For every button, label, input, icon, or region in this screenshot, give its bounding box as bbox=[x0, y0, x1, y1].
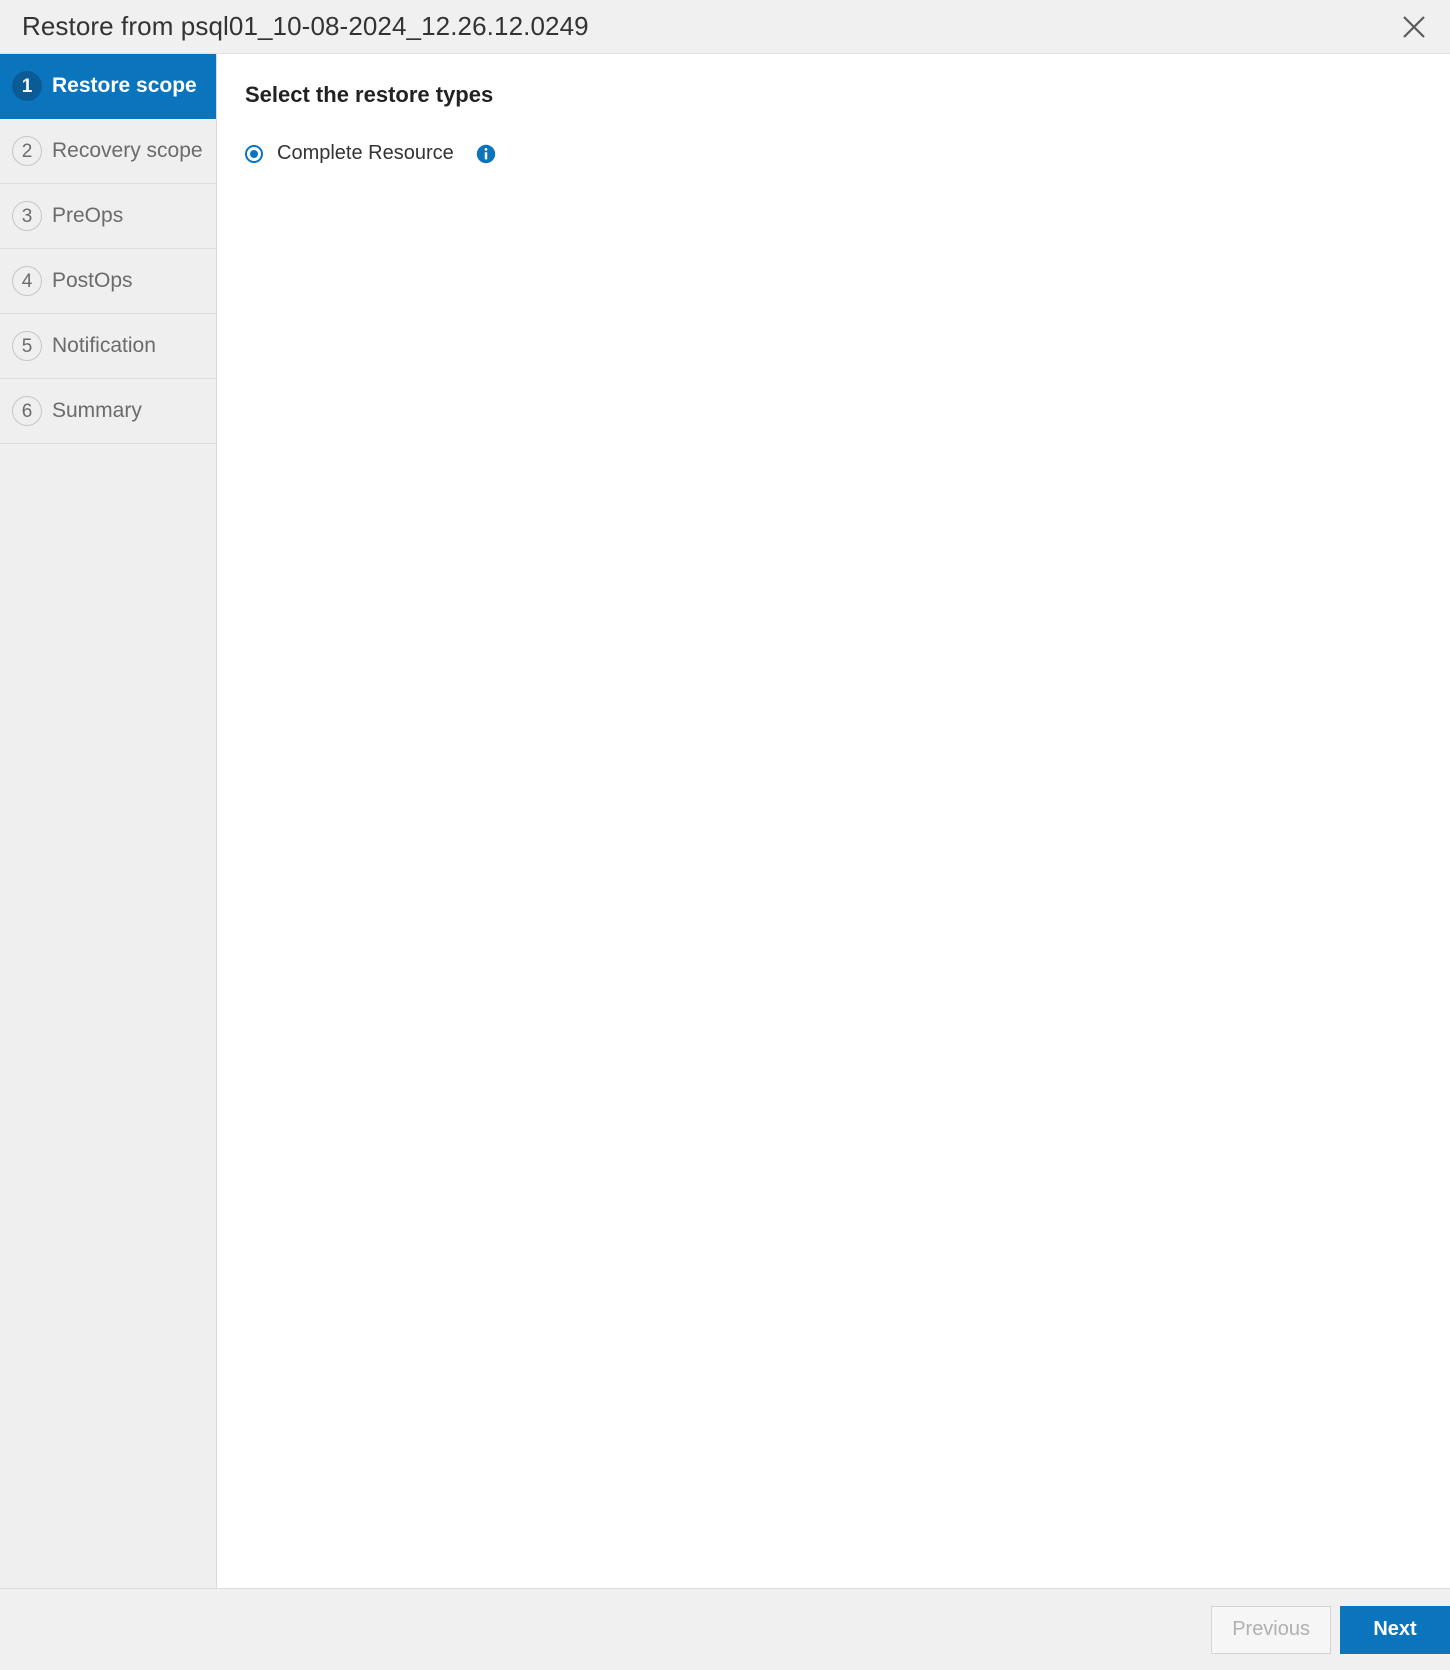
restore-wizard-dialog: Restore from psql01_10-08-2024_12.26.12.… bbox=[0, 0, 1450, 1670]
radio-complete-resource[interactable] bbox=[245, 144, 263, 163]
dialog-header: Restore from psql01_10-08-2024_12.26.12.… bbox=[0, 0, 1450, 54]
close-button[interactable] bbox=[1394, 7, 1434, 47]
step-number: 3 bbox=[12, 201, 42, 231]
sidebar-item-recovery-scope[interactable]: 2 Recovery scope bbox=[0, 119, 216, 184]
step-label: Recovery scope bbox=[52, 139, 203, 162]
step-number: 2 bbox=[12, 136, 42, 166]
radio-complete-resource-label[interactable]: Complete Resource bbox=[277, 142, 454, 165]
restore-scope-panel: Select the restore types Complete Resour… bbox=[217, 54, 1450, 1588]
info-icon[interactable] bbox=[476, 144, 496, 164]
step-number: 6 bbox=[12, 396, 42, 426]
step-label: Restore scope bbox=[52, 74, 197, 97]
restore-type-option-row: Complete Resource bbox=[245, 142, 1420, 165]
sidebar-item-preops[interactable]: 3 PreOps bbox=[0, 184, 216, 249]
sidebar-item-notification[interactable]: 5 Notification bbox=[0, 314, 216, 379]
sidebar-filler bbox=[0, 444, 216, 1588]
sidebar-item-postops[interactable]: 4 PostOps bbox=[0, 249, 216, 314]
previous-button[interactable]: Previous bbox=[1211, 1605, 1331, 1654]
step-number: 5 bbox=[12, 331, 42, 361]
dialog-footer: Previous Next bbox=[0, 1588, 1450, 1670]
dialog-title: Restore from psql01_10-08-2024_12.26.12.… bbox=[22, 11, 589, 41]
close-icon bbox=[1401, 14, 1427, 40]
step-number: 1 bbox=[12, 71, 42, 101]
dialog-body: 1 Restore scope 2 Recovery scope 3 PreOp… bbox=[0, 54, 1450, 1588]
step-label: PreOps bbox=[52, 204, 124, 227]
wizard-step-list: 1 Restore scope 2 Recovery scope 3 PreOp… bbox=[0, 54, 217, 1588]
page-title: Select the restore types bbox=[245, 82, 494, 107]
next-button[interactable]: Next bbox=[1340, 1605, 1450, 1654]
step-label: PostOps bbox=[52, 269, 133, 292]
step-number: 4 bbox=[12, 266, 42, 296]
sidebar-item-summary[interactable]: 6 Summary bbox=[0, 379, 216, 444]
sidebar-item-restore-scope[interactable]: 1 Restore scope bbox=[0, 54, 216, 119]
step-label: Notification bbox=[52, 334, 156, 357]
step-label: Summary bbox=[52, 399, 142, 422]
